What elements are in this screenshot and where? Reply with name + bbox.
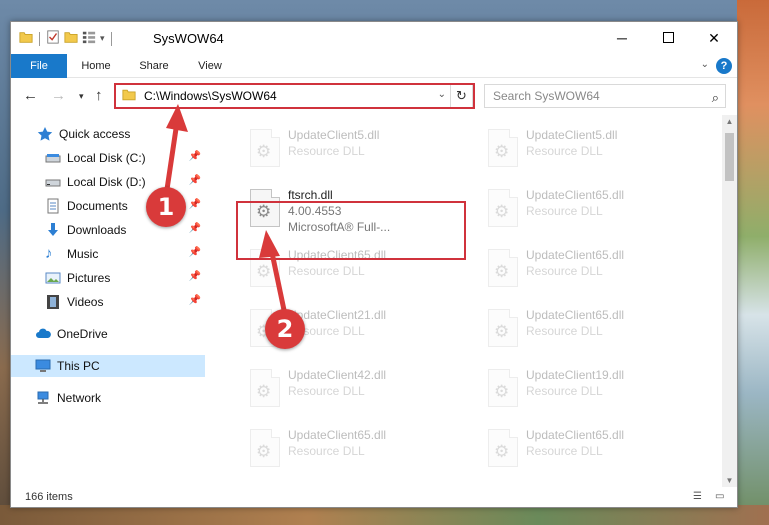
- arrow-2-head: [259, 230, 280, 258]
- arrow-2-shaft: [268, 247, 287, 311]
- arrow-1-head: [166, 104, 188, 132]
- arrow-1-shaft: [163, 121, 180, 197]
- annotation-arrows: [163, 104, 287, 311]
- step-1-callout: 1: [146, 187, 186, 227]
- step-2-callout: 2: [265, 309, 305, 349]
